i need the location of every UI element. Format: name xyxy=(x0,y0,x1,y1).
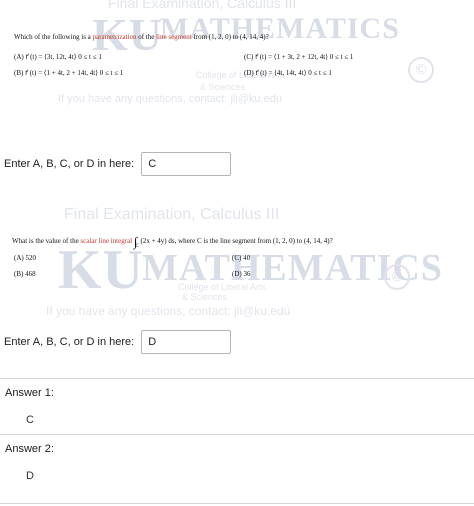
answer-2-title: Answer 2: xyxy=(5,443,54,455)
watermark-contact: If you have any questions, contact: jli@… xyxy=(58,93,282,105)
watermark-title: Final Examination, Calculus III xyxy=(108,0,297,11)
answer-input-1[interactable]: C xyxy=(141,152,232,176)
choice-d: (D) r⃗ (t) = ⟨4t, 14t, 4t⟩ 0 ≤ t ≤ 1 xyxy=(244,69,332,77)
answer-2-value: D xyxy=(26,470,34,482)
question-2-text: What is the value of the scalar line int… xyxy=(12,234,333,249)
copyright-icon: © xyxy=(384,264,410,290)
divider xyxy=(0,434,474,435)
divider xyxy=(0,503,474,504)
choice-d: (D) 36 xyxy=(232,270,251,278)
answer-input-2[interactable]: D xyxy=(141,330,232,354)
answer-1-value: C xyxy=(26,414,34,426)
answer-row-2: Enter A, B, C, or D in here: D xyxy=(4,330,232,354)
watermark-sciences: & Sciences xyxy=(182,292,228,302)
watermark-title: Final Examination, Calculus III xyxy=(64,206,280,223)
question-1-image: Final Examination, Calculus III KU MATHE… xyxy=(0,0,474,112)
question-1-text: Which of the following is a parametrizat… xyxy=(14,33,269,41)
answer-1-title: Answer 1: xyxy=(5,387,54,399)
question-2-image: Final Examination, Calculus III KU MATHE… xyxy=(0,200,474,322)
watermark-college: College of Liberal Arts xyxy=(178,282,267,292)
watermark-contact: If you have any questions, contact: jli@… xyxy=(46,304,291,318)
choice-a: (A) 520 xyxy=(14,254,36,262)
divider xyxy=(0,378,474,379)
choice-b: (B) 468 xyxy=(14,270,36,278)
watermark-sciences: & Sciences xyxy=(200,82,246,92)
answer-prompt-2: Enter A, B, C, or D in here: xyxy=(4,336,135,348)
answer-row-1: Enter A, B, C, or D in here: C xyxy=(4,152,232,176)
answer-prompt-1: Enter A, B, C, or D in here: xyxy=(4,158,135,170)
choice-c: (C) 40 xyxy=(232,254,251,262)
choice-c: (C) r⃗ (t) = ⟨1 + 3t, 2 + 12t, 4t⟩ 0 ≤ t… xyxy=(244,53,354,61)
choice-a: (A) r⃗ (t) = ⟨3t, 12t, 4t⟩ 0 ≤ t ≤ 1 xyxy=(14,53,102,61)
choice-b: (B) r⃗ (t) = ⟨1 + 4t, 2 + 14t, 4t⟩ 0 ≤ t… xyxy=(14,69,124,77)
copyright-icon: © xyxy=(408,57,434,83)
